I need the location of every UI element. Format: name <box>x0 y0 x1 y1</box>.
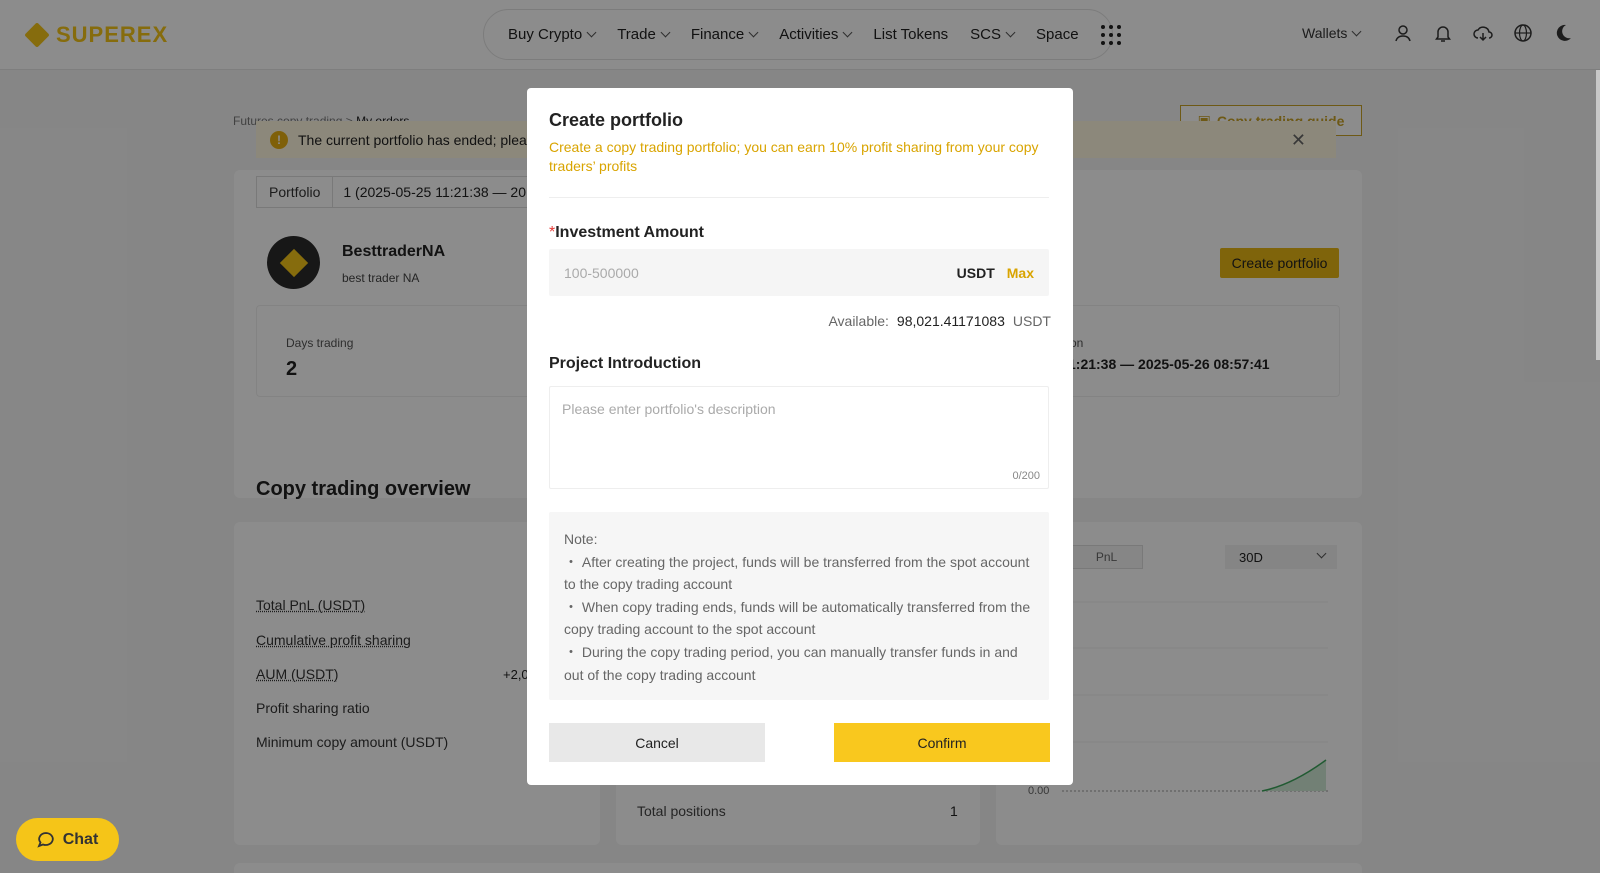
available-label: Available: <box>828 313 889 329</box>
project-introduction-label: Project Introduction <box>549 355 701 372</box>
description-char-count: 0/200 <box>1012 470 1040 482</box>
description-field[interactable]: 0/200 <box>549 386 1049 489</box>
modal-title: Create portfolio <box>549 110 684 130</box>
available-unit: USDT <box>1012 313 1051 329</box>
chat-label: Chat <box>62 830 99 848</box>
amount-unit: USDT <box>956 264 995 281</box>
investment-label-text: Investment Amount <box>555 224 704 241</box>
chat-button[interactable]: Chat <box>16 818 119 861</box>
note-title: Note: <box>564 531 598 547</box>
note-item: ・ After creating the project, funds will… <box>564 553 1030 593</box>
note-item: ・ During the copy trading period, you ca… <box>564 643 1018 683</box>
available-value: 98,021.41171083 <box>896 313 1005 329</box>
investment-amount-input[interactable] <box>564 264 957 281</box>
investment-amount-field[interactable]: USDT Max <box>549 249 1049 296</box>
modal-divider <box>549 197 1049 198</box>
chat-bubble-icon <box>37 831 54 848</box>
description-textarea[interactable] <box>550 387 1048 488</box>
note-box: Note: ・ After creating the project, fund… <box>549 512 1049 700</box>
create-portfolio-modal: Create portfolio Create a copy trading p… <box>527 88 1073 785</box>
note-item: ・ When copy trading ends, funds will be … <box>564 598 1031 638</box>
confirm-button[interactable]: Confirm <box>834 723 1050 762</box>
page-scrollbar[interactable] <box>1596 70 1600 360</box>
cancel-button[interactable]: Cancel <box>549 723 765 762</box>
modal-subtitle: Create a copy trading portfolio; you can… <box>549 139 1039 174</box>
available-balance: Available: 98,021.41171083 USDT <box>828 313 1051 329</box>
investment-amount-label: *Investment Amount <box>549 224 704 242</box>
max-button[interactable]: Max <box>1007 265 1034 281</box>
